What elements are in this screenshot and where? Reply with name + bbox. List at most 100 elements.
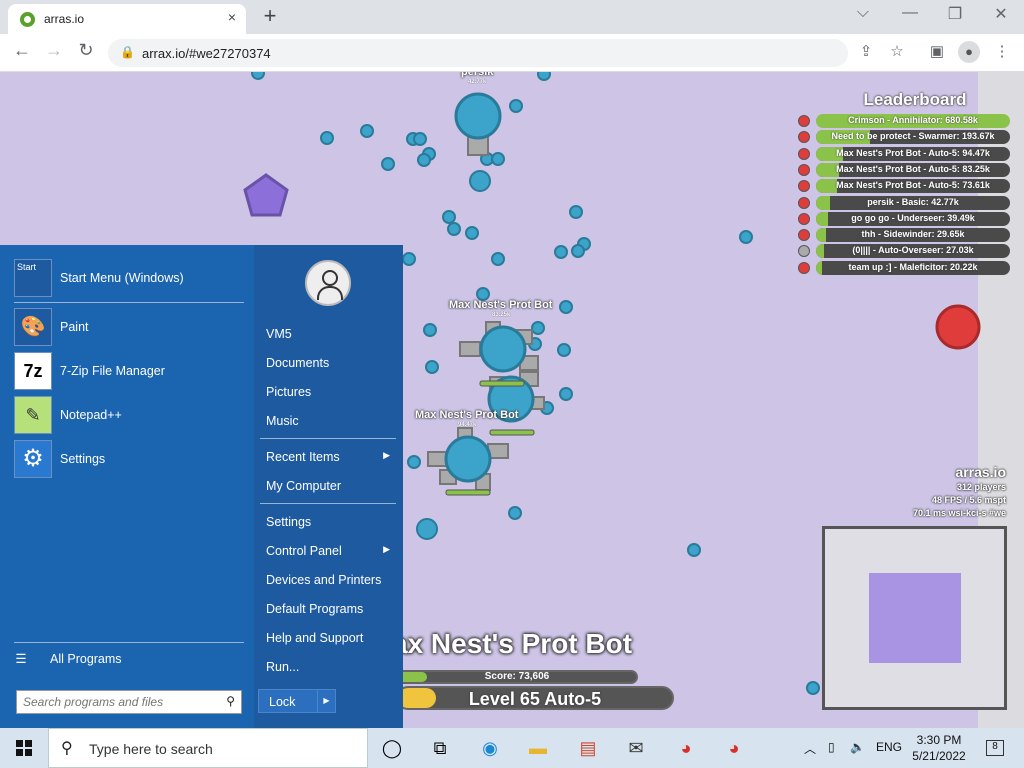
app-paint[interactable]: 🎨 Paint [14,308,244,346]
persik-score-tag: 42.77k [468,79,487,85]
browser-tab[interactable]: arras.io × [8,4,246,34]
minimize-button[interactable]: — [895,4,925,22]
leaderboard-row: Max Nest's Prot Bot - Auto-5: 83.25k [798,162,1016,177]
menu-item-documents[interactable]: Documents [266,356,396,370]
app-7zip[interactable]: 7z 7-Zip File Manager [14,352,244,390]
tab-search-icon[interactable]: ⌵ [848,4,878,22]
leaderboard-row: persik - Basic: 42.77k [798,195,1016,210]
leaderboard-row: Max Nest's Prot Bot - Auto-5: 73.61k [798,179,1016,194]
chrome-icon[interactable]: ◕ [662,728,710,768]
forward-arrow-icon[interactable]: → [42,40,66,61]
tab-strip: arras.io × + ⌵ — ❐ ✕ [0,0,1024,34]
leaderboard-label: Crimson - Annihilator: 680.58k [848,115,978,125]
bot2-name-tag: Max Nest's Prot Bot [415,409,519,421]
reload-icon[interactable]: ↻ [74,40,98,61]
address-bar[interactable]: 🔒 arrax.io/#we27270374 [108,39,848,67]
menu-item-settings[interactable]: Settings [266,515,396,529]
share-icon[interactable]: ⇪ [855,42,877,60]
all-programs-button[interactable]: ☰ All Programs [14,651,121,666]
menu-item-help[interactable]: Help and Support [266,631,396,645]
back-arrow-icon[interactable]: ← [10,40,34,61]
notification-icon[interactable]: 8 [986,740,1004,756]
enemy-tank [935,304,981,350]
prot-bot-3 [427,427,509,491]
tank-icon [798,163,810,176]
fps-readout: 48 FPS / 5.6 mspt [931,495,1006,505]
side-panel-icon[interactable]: ▣ [926,42,948,60]
close-window-button[interactable]: ✕ [986,4,1016,24]
more-menu-icon[interactable]: ⋮ [991,42,1013,60]
leaderboard-row: team up :] - Maleficitor: 20.22k [798,260,1016,275]
desktop: arras.io × + ⌵ — ❐ ✕ ← → ↻ 🔒 arrax.io/#w… [0,0,1024,768]
task-view-icon[interactable]: ⧉ [416,728,464,768]
app-notepad[interactable]: ✎ Notepad++ [14,396,244,434]
lock-icon[interactable]: 🔒 [120,45,135,59]
menu-item-recent[interactable]: Recent Items ▶ [266,450,396,464]
file-explorer-icon[interactable]: ▬ [514,728,562,768]
prot-bot-1 [459,321,539,373]
taskbar-search-text: Type here to search [89,741,213,757]
leaderboard-row: thh - Sidewinder: 29.65k [798,228,1016,243]
leaderboard-row: Max Nest's Prot Bot - Auto-5: 94.47k [798,146,1016,161]
restore-button[interactable]: ❐ [940,4,970,24]
menu-item-user[interactable]: VM5 [266,327,396,341]
search-icon[interactable]: ⚲ [226,694,235,708]
edge-icon[interactable]: ◉ [466,728,514,768]
leaderboard-label: go go go - Underseer: 39.49k [851,212,975,223]
divider [14,302,244,303]
app-label: Notepad++ [60,408,122,422]
menu-item-music[interactable]: Music [266,414,396,428]
store-icon[interactable]: ▤ [564,728,612,768]
leaderboard-row: go go go - Underseer: 39.49k [798,211,1016,226]
score-bar: Score: 73,606 [396,670,638,684]
tab-close-button[interactable]: × [228,9,236,25]
pentagon-shape [243,173,289,217]
app-start-menu[interactable]: Start Start Menu (Windows) [14,259,244,297]
new-tab-button[interactable]: + [258,3,282,29]
server-name: arras.io [955,464,1006,480]
url-text[interactable]: arrax.io/#we27270374 [142,46,271,61]
start-menu: Start Start Menu (Windows) 🎨 Paint 7z 7-… [0,245,403,728]
menu-item-devices[interactable]: Devices and Printers [266,573,396,587]
start-search-box[interactable]: ⚲ [16,690,242,714]
minimap [822,526,1007,710]
menu-item-computer[interactable]: My Computer [266,479,396,493]
taskbar-search[interactable]: ⚲ Type here to search [48,728,368,768]
tank-icon [798,131,810,144]
menu-item-run[interactable]: Run... [266,660,396,674]
menu-item-pictures[interactable]: Pictures [266,385,396,399]
lock-button[interactable]: Lock ▶ [258,689,336,713]
gear-icon: ⚙ [14,440,52,478]
tank-icon [798,196,810,209]
bookmark-star-icon[interactable]: ☆ [886,42,908,60]
show-hidden-icons-icon[interactable]: ︿ [804,740,816,757]
menu-item-control-panel[interactable]: Control Panel ▶ [266,544,396,558]
app-label: Start Menu (Windows) [60,271,184,285]
cortana-icon[interactable]: ◯ [368,728,416,768]
windows-start-button[interactable] [0,728,48,768]
tank-icon [798,115,810,127]
divider [260,438,396,439]
chevron-right-icon[interactable]: ▶ [317,690,335,712]
menu-item-default-programs[interactable]: Default Programs [266,602,396,616]
start-search-input[interactable] [23,694,219,710]
leaderboard-label: Max Nest's Prot Bot - Auto-5: 83.25k [836,163,990,174]
7zip-icon: 7z [14,352,52,390]
volume-icon[interactable]: 🔈 [850,740,865,754]
bot1-score-tag: 83.25k [492,312,511,318]
browser-toolbar: ← → ↻ 🔒 arrax.io/#we27270374 ⇪ ☆ ▣ ● ⋮ [0,34,1024,72]
leaderboard-label: (0|||| - Auto-Overseer: 27.03k [852,245,974,256]
clock[interactable]: 3:30 PM 5/21/2022 [912,732,966,764]
notepad-icon: ✎ [14,396,52,434]
paint-icon: 🎨 [14,308,52,346]
minimap-area [869,573,961,663]
network-icon[interactable]: ▯ [828,740,835,754]
mail-icon[interactable]: ✉ [612,728,660,768]
app-settings[interactable]: ⚙ Settings [14,440,244,478]
chrome-active-icon[interactable]: ◕ [710,728,758,768]
profile-icon[interactable]: ● [958,41,980,63]
user-avatar[interactable] [305,260,351,306]
level-text: Level 65 Auto-5 [468,689,602,709]
language-indicator[interactable]: ENG [876,740,902,754]
app-label: 7-Zip File Manager [60,364,165,378]
